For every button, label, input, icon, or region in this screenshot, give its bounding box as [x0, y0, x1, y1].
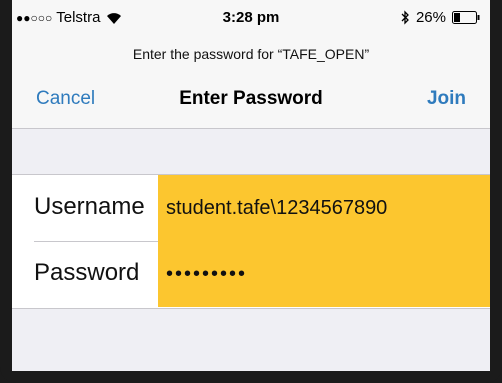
battery-percent: 26%: [415, 9, 446, 26]
join-button[interactable]: Join: [427, 88, 466, 110]
password-field[interactable]: •••••••••: [158, 241, 490, 307]
password-row: Password •••••••••: [12, 241, 490, 307]
username-label: Username: [34, 193, 145, 220]
battery-icon: [452, 11, 480, 24]
status-right: 26%: [400, 9, 480, 26]
cancel-button[interactable]: Cancel: [36, 88, 95, 110]
phone-screen: ●●○○○ Telstra 3:28 pm 26% Enter the pass…: [12, 0, 490, 371]
bluetooth-icon: [401, 10, 409, 25]
credentials-form: Username Password •••••••••: [12, 174, 490, 309]
username-row: Username: [12, 175, 490, 241]
status-bar: ●●○○○ Telstra 3:28 pm 26%: [12, 0, 490, 36]
password-label: Password: [34, 259, 140, 286]
network-prompt: Enter the password for “TAFE_OPEN”: [12, 36, 490, 72]
username-field[interactable]: [158, 175, 490, 241]
navigation-bar: Cancel Enter Password Join: [12, 72, 490, 129]
